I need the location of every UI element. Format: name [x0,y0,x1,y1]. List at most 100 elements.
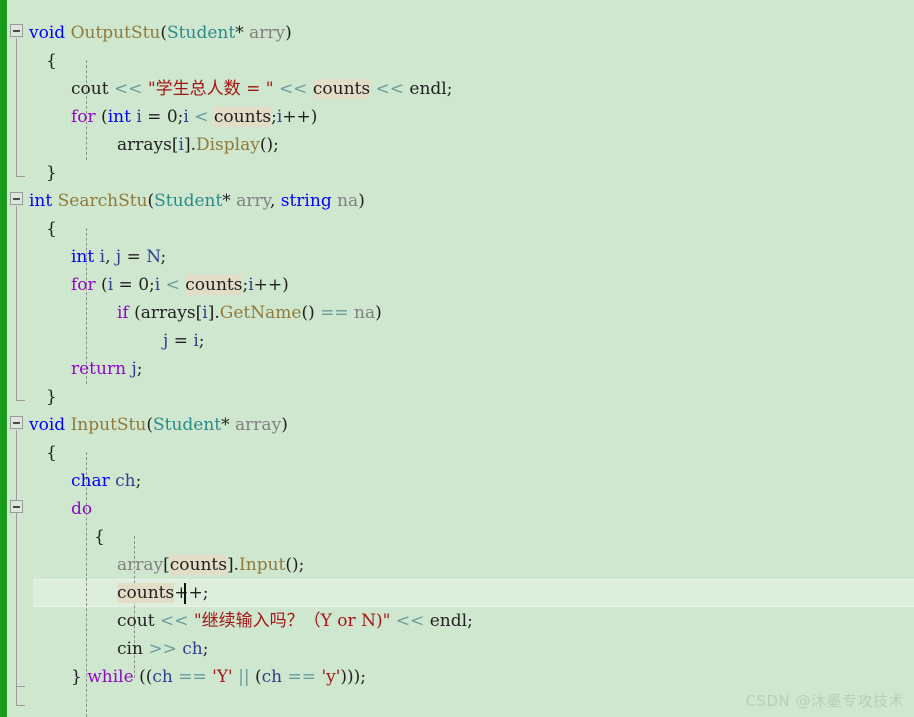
comparison-operator: == [320,303,349,323]
variable: ch [115,471,136,491]
code-line[interactable]: do [0,495,92,523]
parameter-name: arry [236,191,270,211]
code-line[interactable]: counts++; [0,579,208,607]
code-line[interactable]: if (arrays[i].GetName() == na) [0,299,382,327]
punctuation: ( [95,275,108,295]
keyword: char [71,471,110,491]
variable: N [146,247,161,267]
punctuation: (); [259,135,279,155]
function-name: SearchStu [57,191,148,211]
stream-object: cout [71,79,109,99]
comparison-operator: == [178,667,207,687]
punctuation: = [118,275,133,295]
parameter-name: na [337,191,359,211]
punctuation: ; [135,471,142,491]
punctuation: * [221,415,236,435]
punctuation: [ [163,555,170,575]
code-line[interactable]: return j; [0,355,142,383]
stream-object: cin [117,639,143,659]
code-line[interactable]: j = i; [0,327,205,355]
code-line[interactable]: for (int i = 0;i < counts;i++) [0,103,317,131]
code-line[interactable]: for (i = 0;i < counts;i++) [0,271,289,299]
code-line[interactable]: cin >> ch; [0,635,208,663]
string-literal: "学生总人数 = " [147,79,274,99]
keyword: int [29,191,53,211]
punctuation: ) [375,303,382,323]
reference-highlight: counts [169,555,227,575]
stream-operator: << [113,79,143,99]
keyword: string [280,191,332,211]
code-line[interactable]: array[counts].Input(); [0,551,304,579]
punctuation: = [147,107,162,127]
identifier: arrays [117,135,172,155]
reference-highlight: counts [185,275,243,295]
char-literal: 'Y' [212,667,233,687]
relational-operator: < [165,275,180,295]
punctuation: ++; [174,583,209,603]
code-line[interactable]: { [0,47,57,75]
punctuation: * [235,23,250,43]
punctuation: ; [202,639,209,659]
code-line[interactable]: int SearchStu(Student* arry, string na) [0,187,365,215]
code-line[interactable]: int i, j = N; [0,243,166,271]
punctuation: , [269,191,281,211]
code-line[interactable]: void OutputStu(Student* arry) [0,19,292,47]
type-name: Student [152,415,222,435]
control-keyword: do [71,499,93,519]
code-line[interactable]: arrays[i].Display(); [0,131,279,159]
variable: ch [261,667,283,687]
parameter-name: array [117,555,164,575]
type-name: Student [154,191,223,211]
stream-object: endl [409,79,447,99]
punctuation: ++) [282,107,318,127]
punctuation: ; [446,79,453,99]
reference-highlight: counts [117,583,175,603]
punctuation: ))); [340,667,367,687]
code-line[interactable]: void InputStu(Student* array) [0,411,288,439]
control-keyword: return [71,359,127,379]
stream-operator: << [159,611,189,631]
code-line[interactable]: { [0,439,57,467]
punctuation: = [173,331,188,351]
code-line[interactable]: } while ((ch == 'Y' || (ch == 'y'))); [0,663,366,691]
punctuation: * [222,191,237,211]
punctuation: { [46,443,57,463]
comparison-operator: == [287,667,317,687]
stream-operator: << [278,79,308,99]
function-name: Input [239,555,286,575]
punctuation: ( [249,667,262,687]
punctuation: ) [281,415,288,435]
code-text-layer[interactable]: void OutputStu(Student* arry){cout << "学… [0,0,914,717]
punctuation: ) [358,191,365,211]
keyword: void [29,415,66,435]
punctuation: (); [285,555,305,575]
reference-highlight: counts [312,79,371,99]
punctuation: ( [95,107,108,127]
code-line[interactable]: } [0,159,57,187]
control-keyword: while [87,667,134,687]
punctuation: ; [136,359,143,379]
variable: ch [152,667,173,687]
punctuation: , [105,247,116,267]
punctuation: ; [198,331,205,351]
code-line[interactable]: cout << "继续输入吗？（Y or N)" << endl; [0,607,473,635]
function-name: OutputStu [70,23,161,43]
numeric-literal: 0 [166,107,178,127]
char-literal: 'y' [321,667,341,687]
punctuation: { [46,51,57,71]
code-line[interactable]: char ch; [0,467,141,495]
function-name: InputStu [70,415,147,435]
stream-operator: << [375,79,405,99]
stream-object: cout [117,611,155,631]
code-line[interactable]: } [0,383,57,411]
keyword: int [71,247,95,267]
logical-or-operator: || [238,667,250,687]
code-line[interactable]: cout << "学生总人数 = " << counts << endl; [0,75,452,103]
code-editor-surface[interactable]: void OutputStu(Student* arry){cout << "学… [0,0,914,717]
code-line[interactable]: { [0,523,105,551]
punctuation: ( [128,303,141,323]
keyword: void [29,23,66,43]
code-line[interactable]: { [0,215,57,243]
punctuation: ) [285,23,292,43]
csdn-watermark: CSDN @沐墨专攻技术 [745,692,904,710]
